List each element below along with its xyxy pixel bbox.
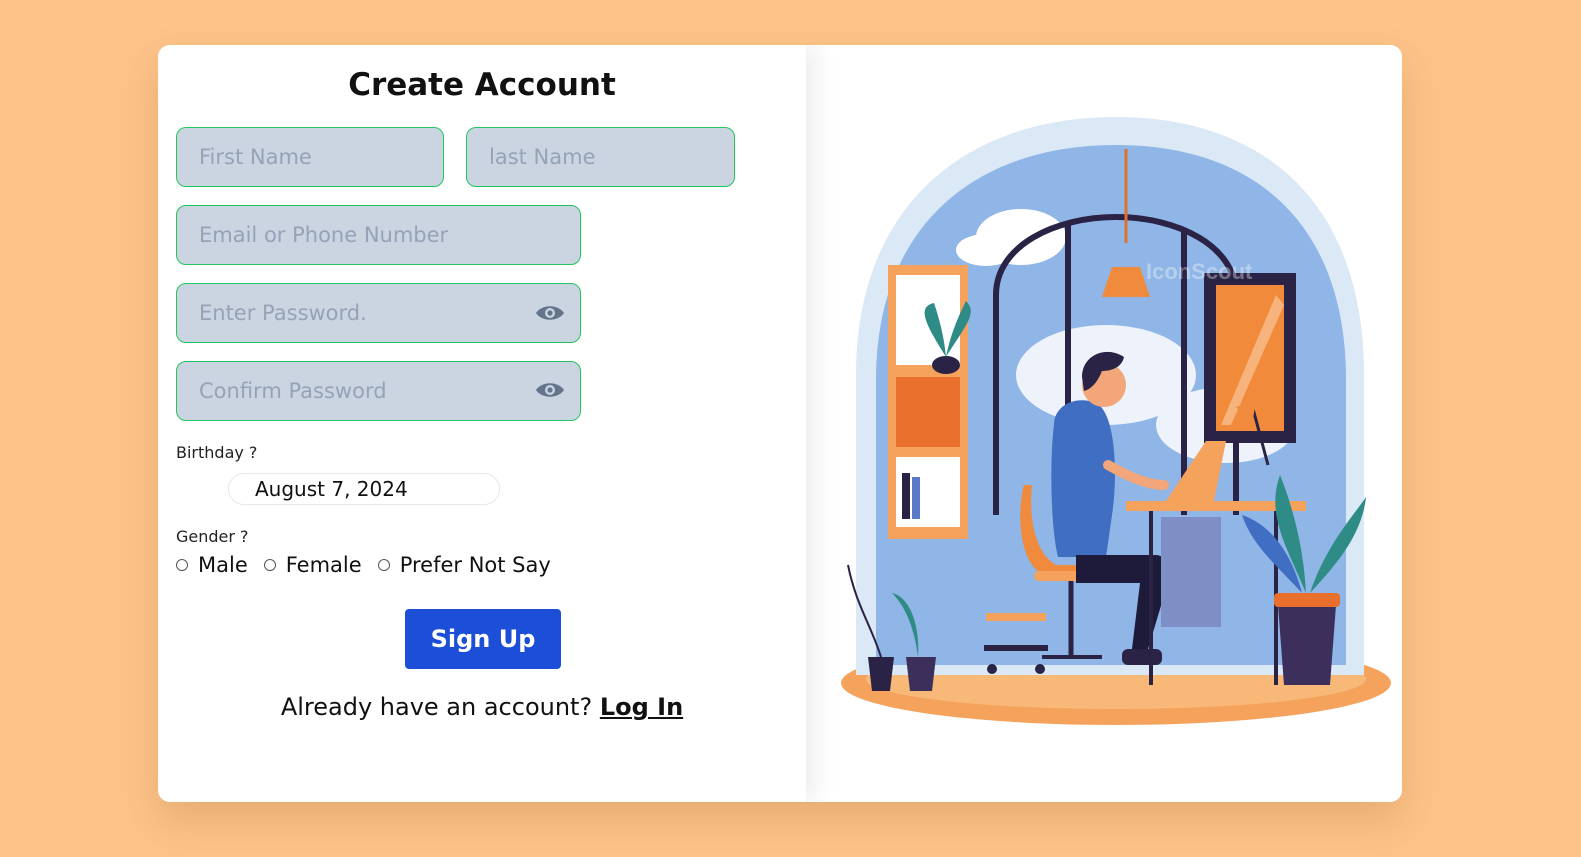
signup-form-panel: Create Account Birthday ? August 7, 2024…	[158, 45, 806, 802]
prefer-not-say-radio-label: Prefer Not Say	[399, 553, 551, 577]
birthday-date-input[interactable]: August 7, 2024	[228, 473, 500, 505]
prefer-not-say-radio[interactable]	[377, 559, 390, 571]
female-radio-label: Female	[285, 553, 362, 577]
login-prompt-line: Already have an account? Log In	[158, 693, 806, 721]
first-name-input[interactable]	[176, 127, 444, 187]
gender-radio-group: Male Female Prefer Not Say	[176, 551, 567, 579]
login-prompt-text: Already have an account?	[280, 693, 593, 721]
signup-card: Create Account Birthday ? August 7, 2024…	[158, 45, 1402, 802]
password-input[interactable]	[176, 283, 581, 343]
iconscout-watermark: IconScout	[1146, 259, 1253, 284]
show-confirm-password-eye-icon[interactable]	[535, 380, 565, 400]
male-radio[interactable]	[176, 559, 188, 571]
login-link[interactable]: Log In	[600, 693, 683, 721]
gender-option-prefer-not-say[interactable]: Prefer Not Say	[377, 553, 551, 577]
birthday-label: Birthday ?	[176, 443, 258, 462]
last-name-input[interactable]	[466, 127, 735, 187]
gender-option-male[interactable]: Male	[176, 553, 248, 577]
illustration-panel: IconScout	[806, 45, 1402, 802]
female-radio[interactable]	[263, 559, 276, 571]
sign-up-button[interactable]: Sign Up	[405, 609, 561, 669]
workspace-illustration: IconScout	[841, 117, 1391, 725]
page-title: Create Account	[348, 67, 616, 103]
show-password-eye-icon[interactable]	[535, 303, 565, 323]
email-phone-input[interactable]	[176, 205, 581, 265]
gender-label: Gender ?	[176, 527, 249, 546]
confirm-password-input[interactable]	[176, 361, 581, 421]
gender-option-female[interactable]: Female	[263, 553, 362, 577]
male-radio-label: Male	[198, 553, 248, 577]
